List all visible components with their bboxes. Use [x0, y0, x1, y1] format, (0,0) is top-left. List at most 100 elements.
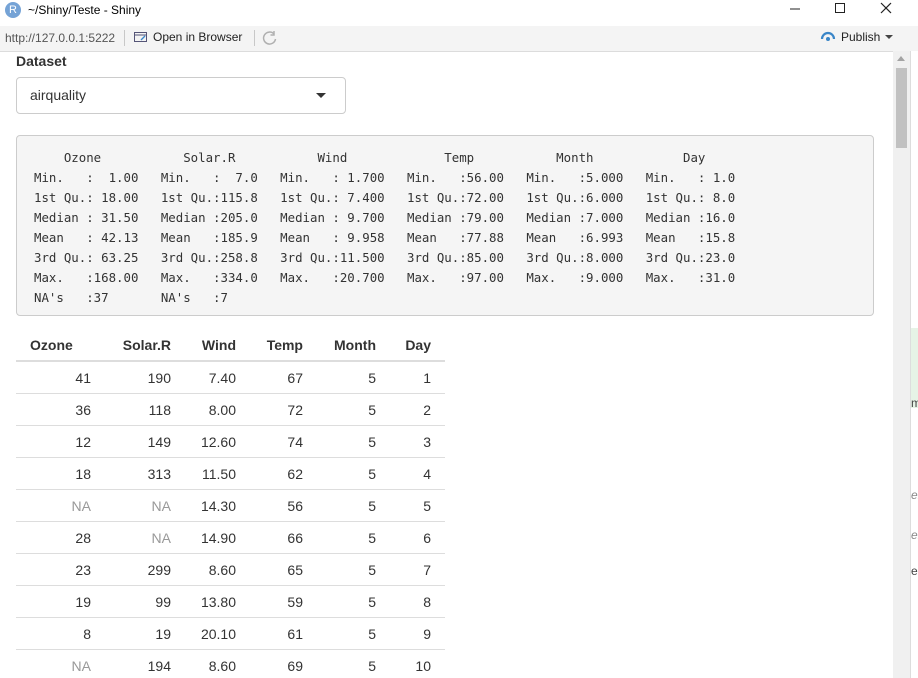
- column-header: Temp: [250, 330, 317, 362]
- table-row: 36 118 8.00 72 5 2: [16, 393, 445, 426]
- maximize-button[interactable]: [817, 0, 863, 22]
- column-header: Wind: [185, 330, 250, 362]
- table-cell: 11.50: [185, 457, 250, 490]
- table-cell: 62: [250, 457, 317, 490]
- toolbar-divider: [124, 30, 125, 46]
- table-cell: 8.00: [185, 393, 250, 426]
- table-cell: 66: [250, 521, 317, 554]
- table-row: 41 190 7.40 67 5 1: [16, 361, 445, 394]
- publish-button[interactable]: Publish: [820, 30, 894, 44]
- table-cell: 99: [105, 585, 185, 618]
- table-cell: 8: [390, 585, 445, 618]
- table-cell: 8.60: [185, 649, 250, 678]
- table-cell: 10: [390, 649, 445, 678]
- minimize-icon: [790, 8, 800, 10]
- table-header-row: Ozone Solar.R Wind Temp Month Day: [16, 330, 445, 362]
- publish-label: Publish: [841, 30, 881, 44]
- close-window-button[interactable]: [863, 0, 909, 22]
- table-cell: 194: [105, 649, 185, 678]
- scroll-up-arrow-icon[interactable]: [897, 56, 905, 61]
- background-glyph: er: [911, 528, 918, 542]
- table-cell: 69: [250, 649, 317, 678]
- window-title: ~/Shiny/Teste - Shiny: [28, 3, 142, 17]
- table-cell: 14.30: [185, 489, 250, 522]
- table-cell: 19: [105, 617, 185, 650]
- table-cell: 8.60: [185, 553, 250, 586]
- table-cell: 67: [250, 361, 317, 394]
- table-cell: 36: [16, 393, 105, 426]
- vertical-scrollbar[interactable]: [893, 51, 910, 678]
- dataset-select-value: airquality: [30, 87, 87, 103]
- refresh-button[interactable]: [262, 30, 278, 46]
- column-header: Month: [317, 330, 390, 362]
- table-cell: 4: [390, 457, 445, 490]
- browser-window-icon: [134, 32, 147, 42]
- table-cell: 190: [105, 361, 185, 394]
- dataset-select[interactable]: airquality: [16, 77, 346, 114]
- table-cell: 5: [317, 617, 390, 650]
- table-cell: 5: [390, 489, 445, 522]
- background-glyph: m: [911, 396, 918, 410]
- table-cell: NA: [16, 649, 105, 678]
- table-cell: 8: [16, 617, 105, 650]
- table-cell: 12.60: [185, 425, 250, 458]
- table-cell: NA: [105, 489, 185, 522]
- table-cell: NA: [105, 521, 185, 554]
- table-row: 23 299 8.60 65 5 7: [16, 553, 445, 586]
- table-cell: 5: [317, 393, 390, 426]
- table-cell: 72: [250, 393, 317, 426]
- toolbar-divider: [254, 30, 255, 46]
- close-icon: [880, 2, 892, 14]
- table-cell: 118: [105, 393, 185, 426]
- column-header: Ozone: [16, 330, 105, 362]
- summary-output: Ozone Solar.R Wind Temp Month Day Min. :…: [16, 135, 874, 316]
- table-cell: 56: [250, 489, 317, 522]
- table-cell: 5: [317, 425, 390, 458]
- url-display: http://127.0.0.1:5222: [5, 31, 116, 45]
- background-glyph: eg: [911, 564, 918, 578]
- table-row: 8 19 20.10 61 5 9: [16, 617, 445, 650]
- open-in-browser-button[interactable]: Open in Browser: [134, 30, 242, 44]
- table-cell: 149: [105, 425, 185, 458]
- minimize-button[interactable]: [772, 0, 818, 22]
- table-cell: 65: [250, 553, 317, 586]
- chevron-down-icon: [885, 35, 894, 39]
- column-header: Solar.R: [105, 330, 185, 362]
- app-content: Dataset airquality Ozone Solar.R Wind Te…: [0, 51, 893, 678]
- table-cell: 19: [16, 585, 105, 618]
- table-cell: 13.80: [185, 585, 250, 618]
- table-cell: 299: [105, 553, 185, 586]
- table-cell: 313: [105, 457, 185, 490]
- table-cell: 7: [390, 553, 445, 586]
- table-cell: 2: [390, 393, 445, 426]
- scrollbar-thumb[interactable]: [896, 68, 907, 148]
- background-glyph: er: [911, 488, 918, 502]
- table-cell: 23: [16, 553, 105, 586]
- table-row: 28 NA 14.90 66 5 6: [16, 521, 445, 554]
- rstudio-logo-icon: R: [5, 2, 21, 18]
- table-cell: 5: [317, 553, 390, 586]
- table-cell: 5: [317, 457, 390, 490]
- table-cell: 6: [390, 521, 445, 554]
- table-body: 41 190 7.40 67 5 1 36 118 8.00 72 5 2 12 149 12.60 74 5 3…: [16, 361, 445, 678]
- table-cell: 59: [250, 585, 317, 618]
- table-cell: 28: [16, 521, 105, 554]
- table-row: NA 194 8.60 69 5 10: [16, 649, 445, 678]
- caret-down-icon: [316, 93, 326, 98]
- table-cell: 1: [390, 361, 445, 394]
- background-window-edge: m er er eg: [910, 51, 918, 678]
- table-cell: 12: [16, 425, 105, 458]
- dataset-label: Dataset: [16, 53, 67, 69]
- table-cell: 74: [250, 425, 317, 458]
- column-header: Day: [390, 330, 445, 362]
- data-table: Ozone Solar.R Wind Temp Month Day 41 190 7.40 67…: [16, 330, 445, 678]
- table-cell: 20.10: [185, 617, 250, 650]
- table-cell: 5: [317, 649, 390, 678]
- table-cell: NA: [16, 489, 105, 522]
- table-cell: 5: [317, 361, 390, 394]
- table-cell: 14.90: [185, 521, 250, 554]
- table-cell: 61: [250, 617, 317, 650]
- refresh-icon: [262, 31, 277, 45]
- viewer-toolbar: http://127.0.0.1:5222 Open in Browser Pu…: [0, 26, 918, 52]
- table-cell: 5: [317, 521, 390, 554]
